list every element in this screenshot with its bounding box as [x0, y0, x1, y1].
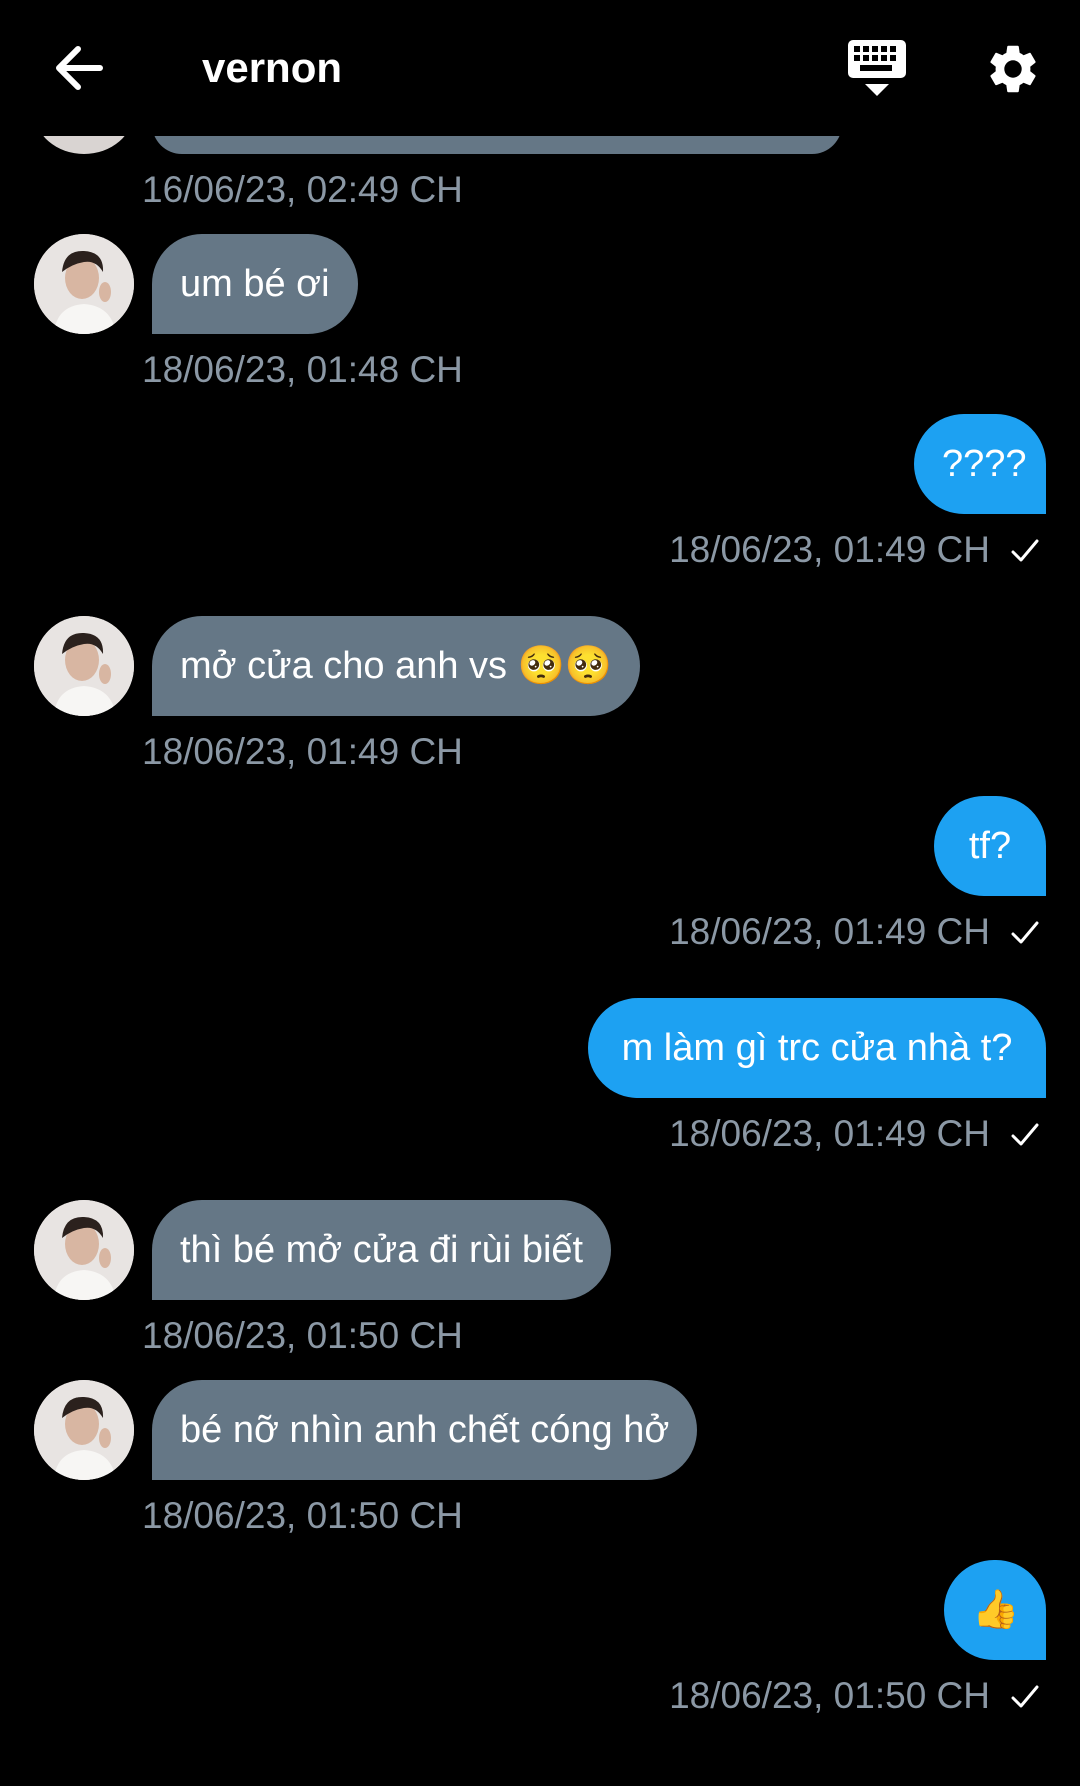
checkmark-icon — [1011, 1685, 1039, 1708]
message-timestamp: 18/06/23, 01:49 CH — [669, 529, 990, 570]
message-bubble-incoming[interactable]: um bé ơi — [152, 234, 358, 334]
checkmark-icon — [1011, 921, 1039, 944]
message-timestamp: 16/06/23, 02:49 CH — [142, 169, 463, 210]
avatar-image — [34, 1380, 134, 1480]
checkmark-icon — [1011, 1123, 1039, 1146]
avatar-image — [34, 616, 134, 716]
back-button[interactable] — [50, 38, 110, 98]
avatar-image — [34, 1200, 134, 1300]
message-timestamp: 18/06/23, 01:49 CH — [142, 731, 463, 772]
message-bubble-outgoing[interactable]: 👍 — [944, 1560, 1046, 1660]
keyboard-icon — [848, 40, 906, 96]
message-timestamp: 18/06/23, 01:49 CH — [669, 911, 990, 952]
message-timestamp: 18/06/23, 01:50 CH — [669, 1675, 990, 1716]
avatar[interactable] — [34, 616, 134, 716]
message-timestamp: 18/06/23, 01:50 CH — [142, 1495, 463, 1536]
chat-header: vernon — [0, 0, 1080, 136]
arrow-left-icon — [56, 46, 103, 90]
message-bubble-incoming[interactable]: bé nỡ nhìn anh chết cóng hở — [152, 1380, 698, 1480]
keyboard-button[interactable] — [846, 38, 908, 102]
avatar[interactable] — [34, 1200, 134, 1300]
message-timestamp: 18/06/23, 01:50 CH — [142, 1315, 463, 1356]
message-bubble-outgoing[interactable]: ???? — [914, 414, 1046, 514]
gear-icon — [990, 45, 1036, 93]
conversation-title: vernon — [202, 44, 343, 91]
message-timestamp: 18/06/23, 01:48 CH — [142, 349, 463, 390]
avatar-image — [34, 234, 134, 334]
avatar[interactable] — [34, 1380, 134, 1480]
message-bubble-outgoing[interactable]: m làm gì trc cửa nhà t? — [588, 998, 1046, 1098]
message-timestamp: 18/06/23, 01:49 CH — [669, 1113, 990, 1154]
settings-button[interactable] — [984, 40, 1042, 98]
checkmark-icon — [1011, 539, 1039, 562]
message-bubble-outgoing[interactable]: tf? — [934, 796, 1046, 896]
message-bubble-incoming[interactable]: mở cửa cho anh vs 🥺🥺 — [152, 616, 641, 716]
message-bubble-incoming[interactable]: thì bé mở cửa đi rùi biết — [152, 1200, 612, 1300]
avatar[interactable] — [34, 234, 134, 334]
